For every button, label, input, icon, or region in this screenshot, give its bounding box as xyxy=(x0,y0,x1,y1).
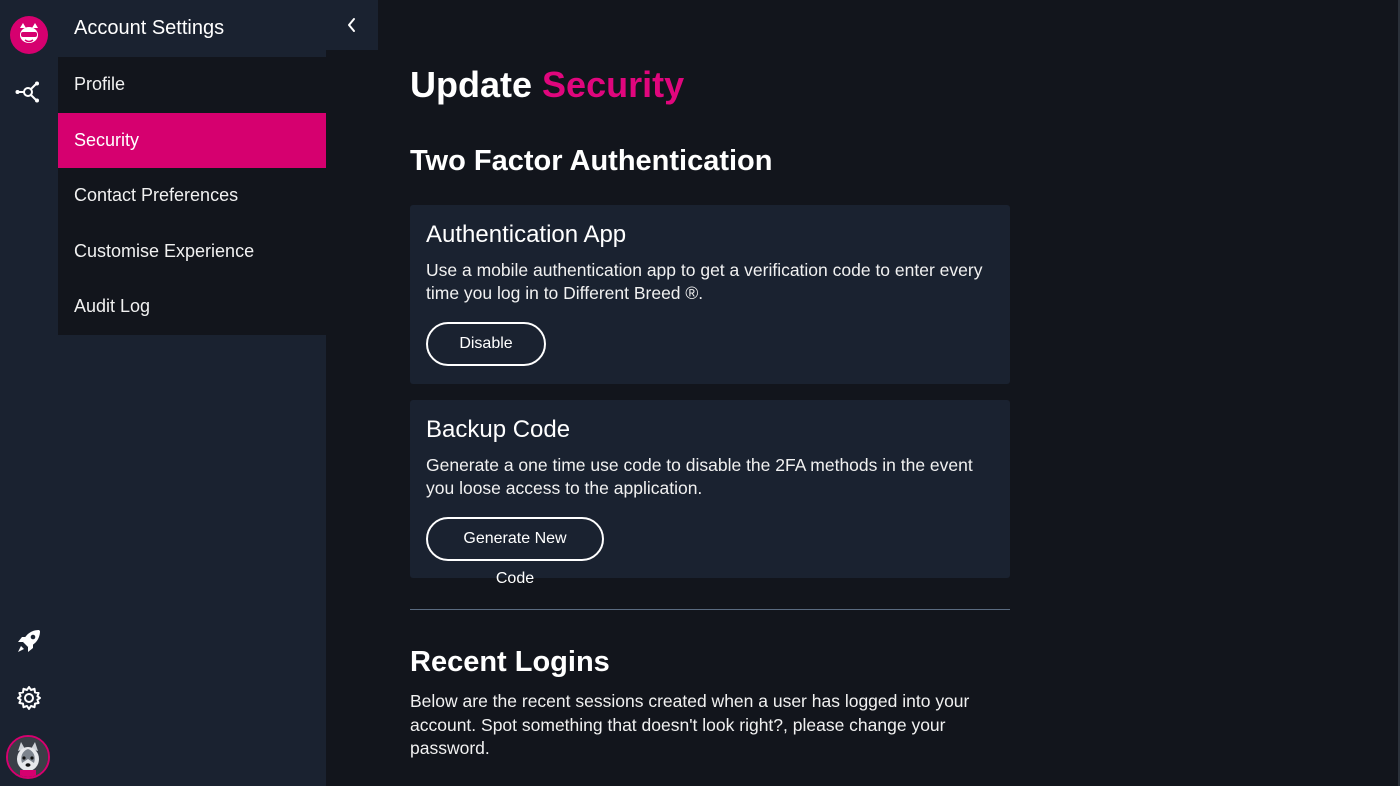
rocket-icon[interactable] xyxy=(10,622,48,660)
recent-logins-description: Below are the recent sessions created wh… xyxy=(410,691,970,758)
recent-logins-heading: Recent Logins xyxy=(410,646,610,678)
backup-code-title: Backup Code xyxy=(426,416,571,443)
disable-2fa-button[interactable]: Disable xyxy=(426,322,546,366)
chevron-left-icon xyxy=(348,18,355,32)
sidebar-item-profile[interactable]: Profile xyxy=(58,57,326,113)
backup-code-card: Backup Code Generate a one time use code… xyxy=(410,400,1010,587)
backup-code-description: Generate a one time use code to disable … xyxy=(426,455,973,498)
brand-logo[interactable] xyxy=(10,16,48,54)
user-avatar[interactable] xyxy=(6,735,50,779)
network-nodes-icon[interactable] xyxy=(10,73,48,111)
page-title: Update Security xyxy=(410,64,684,106)
section-divider xyxy=(410,609,1010,610)
two-factor-heading: Two Factor Authentication xyxy=(410,145,773,177)
sidebar-item-audit-log[interactable]: Audit Log xyxy=(58,279,326,335)
icon-rail xyxy=(0,0,58,786)
collapse-sidebar-button[interactable] xyxy=(326,0,378,50)
gear-icon[interactable] xyxy=(10,679,48,717)
auth-app-description: Use a mobile authentication app to get a… xyxy=(426,260,983,303)
sidebar-item-customise-experience[interactable]: Customise Experience xyxy=(58,224,326,280)
sidebar-item-security[interactable]: Security xyxy=(58,112,326,168)
generate-new-code-button[interactable]: Generate New Code xyxy=(426,517,604,587)
sidebar-item-contact-preferences[interactable]: Contact Preferences xyxy=(58,168,326,224)
page-title-prefix: Update xyxy=(410,64,533,105)
sidebar-title: Account Settings xyxy=(58,0,326,57)
auth-app-card: Authentication App Use a mobile authenti… xyxy=(410,205,1010,384)
auth-app-title: Authentication App xyxy=(426,221,627,248)
cat-mascot-icon xyxy=(20,23,38,43)
settings-menu: Profile Security Contact Preferences Cus… xyxy=(58,57,326,335)
page-title-accent: Security xyxy=(542,64,685,105)
husky-avatar-icon xyxy=(8,737,48,777)
